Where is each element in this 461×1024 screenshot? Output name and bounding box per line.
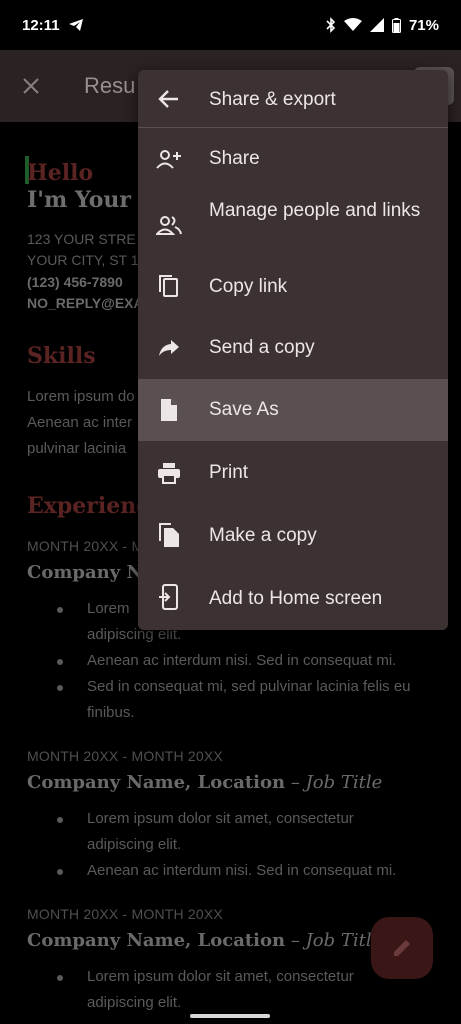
skills-line-1: Lorem ipsum do [27, 388, 135, 405]
close-button[interactable] [0, 50, 62, 122]
bullet-dot [57, 975, 63, 981]
job-2-title: Job Title [305, 772, 383, 793]
job-1-bullet-1-line-1: Lorem [87, 600, 130, 617]
doc-address-line2: YOUR CITY, ST 1 [27, 252, 139, 268]
job-2-bullet-2: Aenean ac interdum nisi. Sed in consequa… [87, 862, 397, 879]
forward-arrow-icon [156, 335, 182, 361]
menu-item-label: Add to Home screen [209, 588, 383, 609]
bullet-dot [57, 685, 63, 691]
menu-item-label: Print [209, 462, 249, 483]
document-title: Resu [84, 73, 136, 98]
menu-item-copy-link[interactable]: Copy link [138, 260, 448, 316]
share-export-menu: Share & export Share Manage people and l… [138, 70, 448, 630]
gesture-nav-bar[interactable] [190, 1014, 270, 1018]
job-3-date: MONTH 20XX - MONTH 20XX [27, 906, 223, 922]
job-2-date: MONTH 20XX - MONTH 20XX [27, 748, 223, 764]
close-icon [23, 78, 39, 94]
skills-heading: Skills [27, 343, 96, 369]
file-icon [156, 397, 182, 423]
battery-icon [391, 17, 401, 33]
menu-item-label: Copy link [209, 276, 288, 297]
job-2-heading: Company Name, Location – Job Title [27, 772, 382, 793]
status-time: 12:11 [22, 16, 60, 34]
job-2-company: Company Name, Location [27, 772, 286, 793]
print-icon [156, 460, 182, 486]
signal-icon [369, 18, 384, 32]
bullet-dot [57, 659, 63, 665]
status-left: 12:11 [22, 17, 84, 34]
job-3-dash: – [285, 930, 306, 951]
bullet-dot [57, 869, 63, 875]
job-2-dash: – [285, 772, 306, 793]
status-bar: 12:11 71% [0, 0, 461, 50]
job-3-bullet-1-line-2: adipiscing elit. [87, 994, 182, 1011]
menu-item-label: Make a copy [209, 525, 317, 546]
menu-item-save-as[interactable]: Save As [138, 379, 448, 441]
job-1-bullet-2: Aenean ac interdum nisi. Sed in consequa… [87, 652, 397, 669]
menu-header: Share & export [138, 70, 448, 128]
back-arrow-icon[interactable] [156, 86, 182, 112]
menu-item-manage-people[interactable]: Manage people and links [138, 190, 448, 260]
edit-fab-button[interactable] [371, 917, 433, 979]
battery-percentage: 71% [408, 16, 439, 34]
menu-item-add-to-home[interactable]: Add to Home screen [138, 567, 448, 630]
menu-header-title: Share & export [209, 89, 336, 110]
person-add-icon [156, 146, 182, 172]
doc-address-line1: 123 YOUR STRE [27, 231, 136, 247]
doc-hello: Hello [27, 160, 94, 186]
wifi-icon [343, 18, 362, 32]
job-1-date: MONTH 20XX - M [27, 538, 144, 554]
status-right: 71% [326, 17, 439, 34]
menu-item-label: Save As [209, 399, 279, 420]
menu-item-share[interactable]: Share [138, 128, 448, 190]
job-3-heading: Company Name, Location – Job Title [27, 930, 382, 951]
bullet-dot [57, 817, 63, 823]
add-to-home-icon [156, 584, 182, 610]
menu-item-label: Send a copy [209, 337, 315, 358]
pencil-icon [394, 940, 410, 956]
job-3-company: Company Name, Location [27, 930, 286, 951]
skills-line-2: Aenean ac inter [27, 414, 133, 431]
menu-item-label: Manage people and links [209, 200, 421, 221]
job-1-bullet-3-line-1: Sed in consequat mi, sed pulvinar lacini… [87, 678, 411, 695]
doc-email: NO_REPLY@EXA [27, 295, 144, 311]
people-icon [156, 212, 182, 238]
menu-item-label: Share [209, 148, 260, 169]
skills-line-3: pulvinar lacinia [27, 440, 127, 457]
menu-item-make-copy[interactable]: Make a copy [138, 504, 448, 567]
job-2-bullet-1-line-1: Lorem ipsum dolor sit amet, consectetur [87, 810, 354, 827]
job-2-bullet-1-line-2: adipiscing elit. [87, 836, 182, 853]
bluetooth-icon [326, 17, 336, 33]
copy-icon [156, 273, 182, 299]
telegram-icon [68, 18, 84, 32]
job-1-bullet-3-line-2: finibus. [87, 704, 135, 721]
menu-item-send-copy[interactable]: Send a copy [138, 316, 448, 379]
doc-phone: (123) 456-7890 [27, 274, 123, 290]
bullet-dot [57, 607, 63, 613]
job-3-bullet-1-line-1: Lorem ipsum dolor sit amet, consectetur [87, 968, 354, 985]
duplicate-icon [156, 522, 182, 548]
menu-item-print[interactable]: Print [138, 441, 448, 504]
